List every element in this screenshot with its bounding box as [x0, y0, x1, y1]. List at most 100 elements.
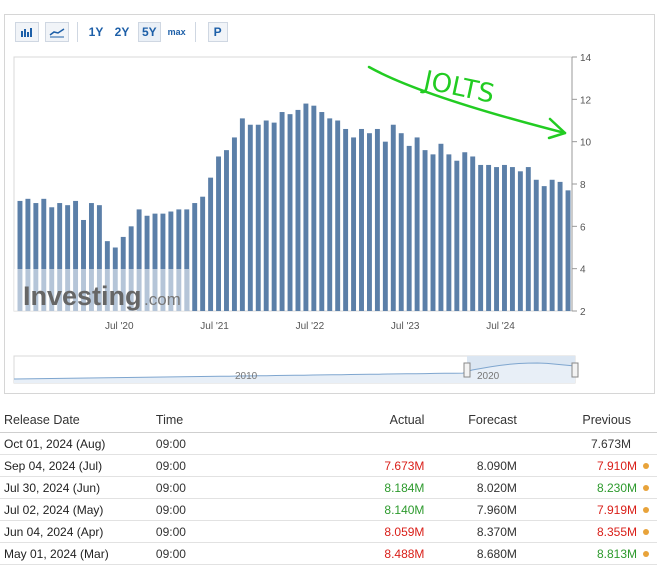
bar	[406, 145, 412, 311]
actual-cell: 8.059M	[293, 520, 429, 543]
x-tick-label: Jul '24	[486, 321, 515, 332]
bar	[208, 177, 214, 311]
previous-cell: 8.230M	[520, 476, 657, 499]
table-row: Sep 04, 2024 (Jul) 09:00 7.673M 8.090M 7.910…	[0, 454, 657, 477]
previous-value: 8.813M	[596, 546, 637, 561]
table-row: Oct 01, 2024 (Aug) 09:00 7.673M	[0, 432, 657, 455]
bar	[303, 103, 309, 311]
bar	[565, 190, 571, 311]
bar	[470, 156, 476, 311]
release-date-cell: Jun 04, 2024 (Apr)	[0, 520, 152, 543]
bar	[398, 133, 404, 311]
bar	[502, 164, 507, 311]
navigator-handle[interactable]	[571, 362, 579, 378]
previous-cell: 7.910M	[520, 454, 657, 477]
x-tick-label: Jul '21	[200, 321, 229, 332]
bar	[557, 181, 563, 311]
y-tick-label: 2	[580, 307, 586, 318]
y-tick-label: 4	[580, 265, 586, 276]
actual-cell	[293, 432, 429, 455]
bar	[525, 167, 531, 311]
forecast-cell: 8.370M	[428, 520, 521, 543]
bar	[454, 160, 460, 311]
previous-cell: 7.919M	[520, 498, 657, 521]
bar	[430, 154, 436, 311]
actual-cell: 7.673M	[293, 454, 429, 477]
bar	[549, 179, 555, 311]
time-cell: 09:00	[151, 432, 294, 455]
table-body: Oct 01, 2024 (Aug) 09:00 7.673M Sep 04, 202…	[0, 432, 657, 565]
bar	[295, 109, 301, 311]
jolts-bar-chart: Investing .com 14 12 10 8 6 4 2 Jul '20 Jul '21…	[13, 53, 592, 384]
bar	[311, 105, 317, 312]
revision-dot-icon	[643, 551, 649, 558]
x-tick-label: Jul '23	[391, 321, 420, 332]
y-axis: 14 12 10 8 6 4 2	[571, 53, 592, 318]
header-forecast: Forecast	[428, 408, 521, 433]
y-tick-label: 10	[580, 138, 592, 149]
previous-cell: 8.355M	[520, 520, 657, 543]
bar	[486, 164, 492, 311]
bar	[509, 167, 515, 311]
release-date-cell: Jul 02, 2024 (May)	[0, 498, 152, 521]
y-tick-label: 14	[580, 53, 592, 64]
actual-cell: 8.488M	[293, 542, 429, 565]
x-tick-label: Jul '22	[296, 321, 325, 332]
bar	[200, 196, 206, 311]
bar	[255, 124, 261, 311]
bar	[327, 118, 333, 311]
watermark-brand: Investing	[23, 281, 142, 311]
y-tick-label: 6	[580, 222, 586, 233]
bar	[279, 112, 285, 311]
bar	[414, 137, 420, 311]
release-date-cell: Sep 04, 2024 (Jul)	[0, 454, 152, 477]
revision-dot-icon	[643, 507, 649, 514]
table-row: May 01, 2024 (Mar) 09:00 8.488M 8.680M 8.813…	[0, 542, 657, 565]
release-history-table: Release Date Time Actual Forecast Previo…	[0, 408, 657, 565]
range-navigator[interactable]: 2010 2020	[13, 355, 579, 384]
watermark-suffix: .com	[144, 290, 181, 309]
revision-dot-icon	[643, 463, 649, 470]
investing-watermark: Investing .com	[14, 269, 189, 311]
navigator-label: 2020	[477, 371, 500, 382]
time-cell: 09:00	[151, 520, 294, 543]
header-time: Time	[151, 408, 294, 433]
bar	[422, 150, 428, 311]
bar	[541, 186, 547, 311]
bar	[374, 128, 380, 311]
bar	[335, 120, 341, 311]
forecast-cell: 7.960M	[428, 498, 521, 521]
chart-panel: 1Y 2Y 5Y max P Investing .com 14 12 10 8 6 4 2…	[4, 14, 655, 394]
header-actual: Actual	[293, 408, 429, 433]
header-release-date: Release Date	[0, 408, 152, 433]
time-cell: 09:00	[151, 454, 294, 477]
forecast-cell: 8.090M	[428, 454, 521, 477]
y-tick-label: 8	[580, 180, 586, 191]
bar	[438, 143, 444, 311]
table-row: Jul 30, 2024 (Jun) 09:00 8.184M 8.020M 8.230…	[0, 476, 657, 499]
navigator-label: 2010	[235, 371, 258, 382]
bar	[478, 164, 484, 311]
time-cell: 09:00	[151, 498, 294, 521]
release-date-cell: Jul 30, 2024 (Jun)	[0, 476, 152, 499]
x-axis: Jul '20 Jul '21 Jul '22 Jul '23 Jul '24	[105, 321, 515, 332]
previous-value: 8.355M	[596, 524, 637, 539]
bar	[192, 203, 198, 311]
previous-value: 8.230M	[596, 480, 637, 495]
bar	[533, 179, 539, 311]
actual-cell: 8.140M	[293, 498, 429, 521]
revision-dot-icon	[643, 485, 649, 492]
bar	[287, 114, 293, 312]
bar	[247, 124, 253, 311]
x-tick-label: Jul '20	[105, 321, 134, 332]
bar	[263, 120, 269, 311]
revision-dot-icon	[643, 529, 649, 536]
bar	[390, 124, 396, 311]
bar	[382, 141, 388, 311]
previous-value: 7.910M	[596, 458, 637, 473]
bar	[239, 118, 245, 311]
previous-cell: 7.673M	[520, 432, 657, 455]
bar	[271, 122, 277, 312]
time-cell: 09:00	[151, 476, 294, 499]
navigator-handle[interactable]	[463, 362, 471, 378]
